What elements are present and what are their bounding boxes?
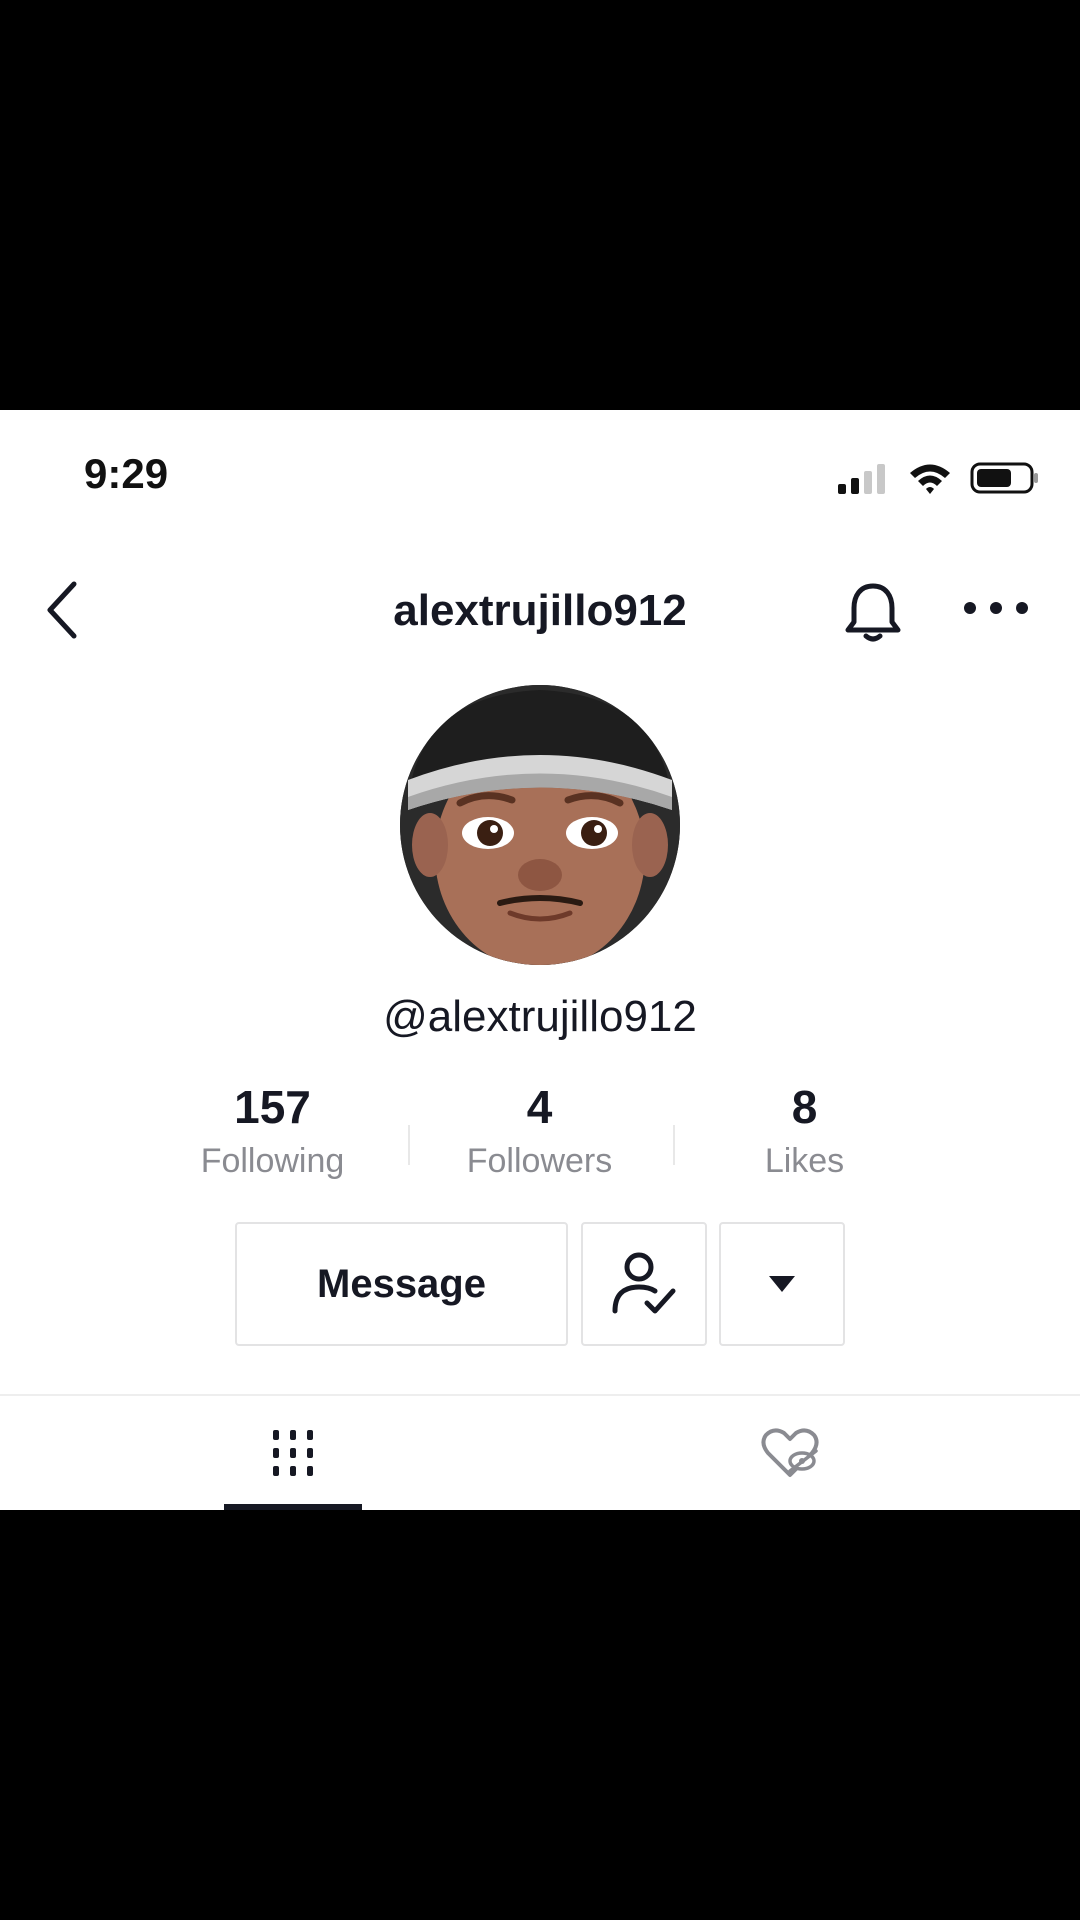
page-title: alextrujillo912 <box>393 586 687 635</box>
stat-followers[interactable]: 4 Followers <box>407 1080 672 1181</box>
battery-icon <box>970 462 1038 494</box>
status-icons <box>838 458 1040 498</box>
stat-following[interactable]: 157 Following <box>140 1080 405 1181</box>
active-tab-indicator <box>224 1504 362 1510</box>
username-handle: @alextrujillo912 <box>383 992 697 1041</box>
signal-icon <box>838 464 885 494</box>
videos-grid-icon <box>273 1430 313 1476</box>
notifications-button[interactable] <box>838 578 908 648</box>
wifi-icon <box>910 464 950 494</box>
caret-down-icon <box>769 1276 795 1292</box>
profile-header: alextrujillo912 <box>0 560 1080 660</box>
stat-likes[interactable]: 8 Likes <box>672 1080 937 1181</box>
stat-value: 8 <box>791 1081 818 1133</box>
status-time: 9:29 <box>84 450 169 497</box>
more-options-button[interactable] <box>960 588 1032 628</box>
message-button[interactable]: Message <box>235 1222 568 1346</box>
tab-liked-videos[interactable] <box>720 1396 860 1510</box>
more-dots-icon <box>964 602 1028 614</box>
profile-stats: 157 Following 4 Followers 8 Likes <box>140 1080 940 1190</box>
user-check-icon <box>612 1252 676 1314</box>
stat-value: 4 <box>526 1081 553 1133</box>
tab-bar-divider <box>0 1394 1080 1396</box>
stat-label: Followers <box>466 1142 613 1180</box>
stat-label: Following <box>200 1142 345 1180</box>
tab-videos[interactable] <box>224 1396 362 1510</box>
stat-value: 157 <box>234 1081 311 1133</box>
bell-icon <box>845 583 901 642</box>
suggested-accounts-dropdown-button[interactable] <box>719 1222 845 1346</box>
profile-screen: 9:29 alextrujillo912 @alextrujillo912 15… <box>0 410 1080 1510</box>
stat-label: Likes <box>764 1142 845 1180</box>
avatar[interactable] <box>400 685 680 965</box>
liked-hidden-icon <box>761 1428 819 1477</box>
memoji-avatar-image <box>400 685 680 965</box>
following-status-button[interactable] <box>581 1222 707 1346</box>
